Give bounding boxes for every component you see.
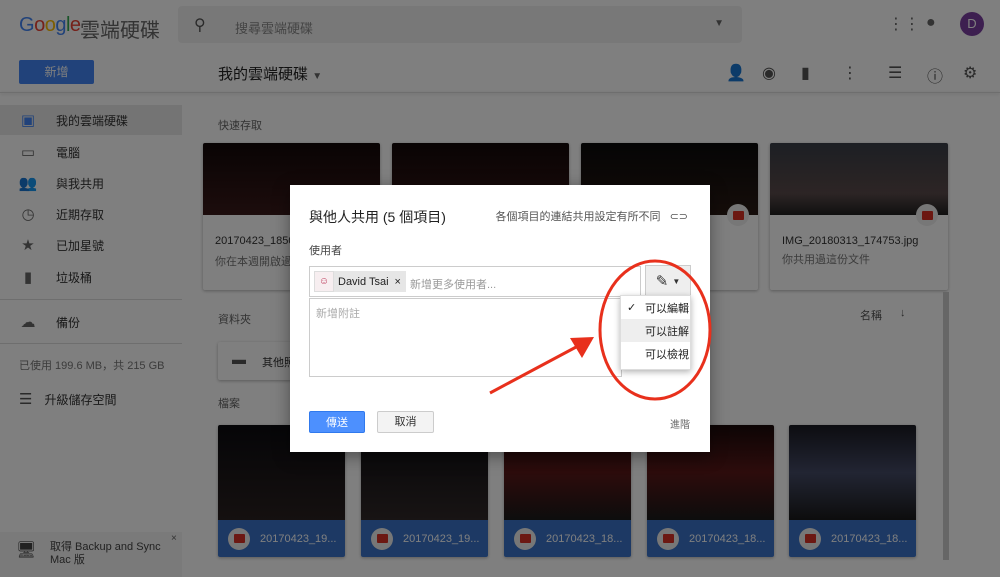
permission-menu: ✓ 可以編輯 可以註解 可以檢視 <box>620 295 691 370</box>
send-button[interactable]: 傳送 <box>309 411 365 433</box>
cancel-button[interactable]: 取消 <box>377 411 434 433</box>
link-sharing-settings[interactable]: 各個項目的連結共用設定有所不同 ⊂⊃ <box>496 208 689 224</box>
share-dialog: 與他人共用 (5 個項目) 各個項目的連結共用設定有所不同 ⊂⊃ 使用者 ☺ Da… <box>290 185 710 452</box>
users-label: 使用者 <box>309 245 342 257</box>
remove-user-icon[interactable]: × <box>395 276 401 288</box>
menu-item-can-edit[interactable]: ✓ 可以編輯 <box>621 296 690 319</box>
menu-item-can-view[interactable]: 可以檢視 <box>621 342 690 365</box>
add-users-placeholder: 新增更多使用者... <box>410 279 497 291</box>
menu-item-label: 可以檢視 <box>645 348 689 361</box>
checkmark-icon: ✓ <box>627 302 637 314</box>
user-chip-name: David Tsai <box>338 275 389 288</box>
user-chip: ☺ David Tsai × <box>314 271 406 292</box>
permission-dropdown-button[interactable]: ✎ ▼ <box>645 265 691 297</box>
chevron-down-icon: ▼ <box>672 276 681 286</box>
menu-item-label: 可以註解 <box>645 325 689 338</box>
add-users-input[interactable]: ☺ David Tsai × 新增更多使用者... <box>309 266 641 297</box>
dialog-title: 與他人共用 (5 個項目) <box>309 209 446 225</box>
pencil-icon: ✎ <box>655 273 669 290</box>
link-note: 各個項目的連結共用設定有所不同 <box>495 211 661 223</box>
link-icon: ⊂⊃ <box>669 211 688 223</box>
note-placeholder: 新增附註 <box>316 308 360 320</box>
menu-item-label: 可以編輯 <box>645 302 689 315</box>
user-avatar: ☺ <box>314 271 334 292</box>
menu-item-can-comment[interactable]: 可以註解 <box>621 319 690 342</box>
note-textarea[interactable]: 新增附註 <box>309 298 622 377</box>
advanced-link[interactable]: 進階 <box>670 416 690 431</box>
